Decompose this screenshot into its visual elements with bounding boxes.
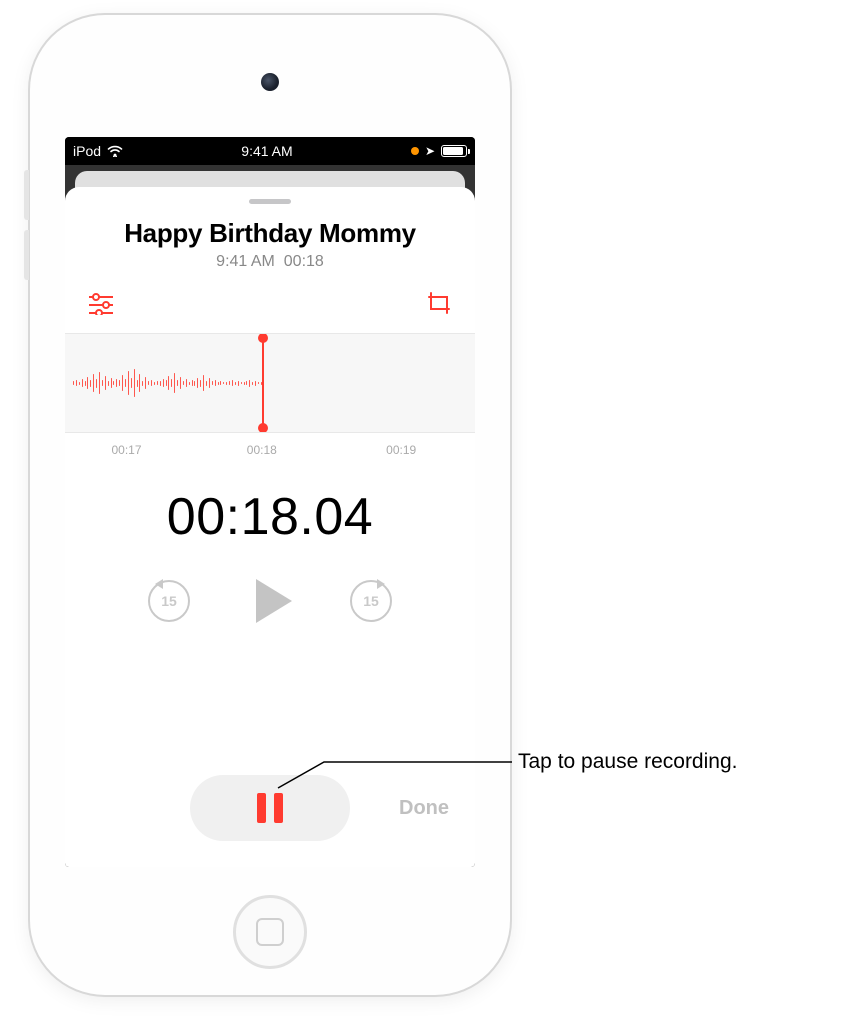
status-bar: iPod 9:41 AM ➤ bbox=[65, 137, 475, 165]
sheet-grabber[interactable] bbox=[249, 199, 291, 204]
playhead[interactable] bbox=[262, 338, 265, 428]
pause-icon bbox=[274, 793, 283, 823]
home-button[interactable] bbox=[233, 895, 307, 969]
recording-duration-label: 00:18 bbox=[284, 253, 324, 270]
pause-icon bbox=[257, 793, 266, 823]
tick-label: 00:17 bbox=[111, 443, 141, 457]
status-time: 9:41 AM bbox=[241, 143, 292, 159]
callout-text: Tap to pause recording. bbox=[518, 750, 737, 774]
wifi-icon bbox=[107, 145, 123, 157]
skip-back-button[interactable]: 15 bbox=[148, 580, 190, 622]
timeline[interactable]: 00:17 00:18 00:19 bbox=[65, 333, 475, 433]
skip-forward-button[interactable]: 15 bbox=[350, 580, 392, 622]
recording-indicator-dot bbox=[411, 147, 419, 155]
location-icon: ➤ bbox=[425, 144, 435, 158]
device-screen: iPod 9:41 AM ➤ Happy Birthday Mommy 9:41… bbox=[65, 137, 475, 867]
play-button[interactable] bbox=[256, 579, 292, 623]
toolbar bbox=[65, 271, 475, 329]
bottom-controls: Done bbox=[65, 775, 475, 841]
recording-time-label: 9:41 AM bbox=[216, 253, 275, 270]
recording-subtitle: 9:41 AM 00:18 bbox=[65, 253, 475, 271]
trim-crop-icon[interactable] bbox=[425, 291, 453, 315]
transport-controls: 15 15 bbox=[65, 579, 475, 623]
skip-forward-label: 15 bbox=[363, 593, 379, 609]
elapsed-timer: 00:18.04 bbox=[65, 487, 475, 547]
front-camera bbox=[261, 73, 279, 91]
battery-icon bbox=[441, 145, 467, 157]
tick-label: 00:19 bbox=[386, 443, 416, 457]
pause-button[interactable] bbox=[190, 775, 350, 841]
tick-label: 00:18 bbox=[247, 443, 277, 457]
recording-title[interactable]: Happy Birthday Mommy bbox=[65, 218, 475, 249]
ipod-device-frame: iPod 9:41 AM ➤ Happy Birthday Mommy 9:41… bbox=[30, 15, 510, 995]
audio-waveform bbox=[65, 358, 262, 408]
carrier-label: iPod bbox=[73, 143, 101, 159]
done-button[interactable]: Done bbox=[399, 797, 449, 820]
waveform-area[interactable] bbox=[65, 333, 475, 433]
skip-back-label: 15 bbox=[161, 593, 177, 609]
settings-sliders-icon[interactable] bbox=[87, 291, 115, 315]
card-stack: Happy Birthday Mommy 9:41 AM 00:18 bbox=[65, 165, 475, 867]
recording-card: Happy Birthday Mommy 9:41 AM 00:18 bbox=[65, 187, 475, 867]
